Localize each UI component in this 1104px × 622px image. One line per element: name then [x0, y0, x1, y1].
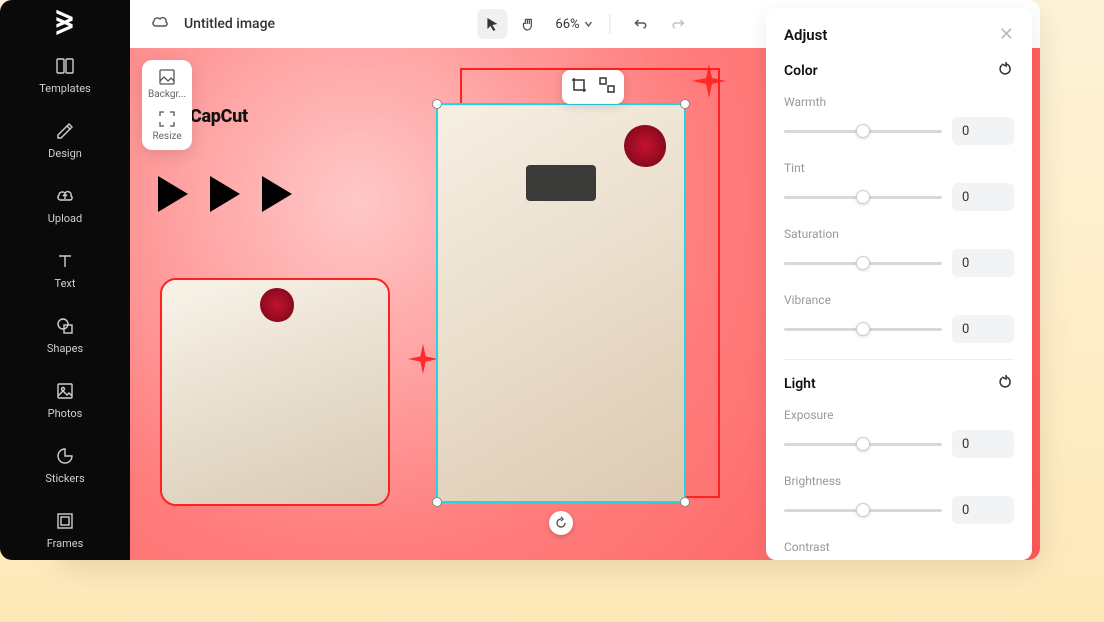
zoom-value: 66%	[555, 17, 579, 32]
control-warmth: Warmth 0	[784, 95, 1014, 145]
section-color-title: Color	[784, 63, 818, 79]
resize-handle-br[interactable]	[680, 497, 690, 507]
control-label: Contrast	[784, 540, 1014, 554]
triangle-icon	[262, 176, 292, 212]
control-vibrance: Vibrance 0	[784, 293, 1014, 343]
control-brightness: Brightness 0	[784, 474, 1014, 524]
reset-light-icon[interactable]	[998, 374, 1014, 394]
slider-thumb[interactable]	[856, 190, 870, 204]
float-label: Resize	[152, 131, 181, 142]
section-light-title: Light	[784, 376, 816, 392]
floating-toolbox: Backgr... Resize	[142, 60, 192, 150]
slider-saturation[interactable]	[784, 262, 942, 265]
value-brightness[interactable]: 0	[952, 496, 1014, 524]
slider-thumb[interactable]	[856, 322, 870, 336]
app-logo[interactable]	[47, 8, 83, 36]
document-title[interactable]: Untitled image	[184, 16, 275, 32]
rail-text[interactable]: Text	[0, 251, 130, 290]
rail-photos[interactable]: Photos	[0, 381, 130, 420]
value-tint[interactable]: 0	[952, 183, 1014, 211]
rail-shapes[interactable]: Shapes	[0, 316, 130, 355]
rail-label: Design	[48, 147, 82, 160]
resize-handle-bl[interactable]	[432, 497, 442, 507]
selected-image[interactable]	[436, 103, 686, 503]
slider-tint[interactable]	[784, 196, 942, 199]
adjust-panel: Adjust ✕ Color Warmth 0 Tint 0	[766, 8, 1032, 560]
close-icon[interactable]: ✕	[999, 24, 1014, 45]
rotate-handle[interactable]	[549, 511, 573, 535]
resize-handle-tr[interactable]	[680, 99, 690, 109]
panel-title: Adjust	[784, 26, 827, 44]
triangle-icon	[210, 176, 240, 212]
play-triangles	[158, 176, 292, 212]
resize-handle-tl[interactable]	[432, 99, 442, 109]
rail-frames[interactable]: Frames	[0, 511, 130, 550]
slider-thumb[interactable]	[856, 503, 870, 517]
slider-exposure[interactable]	[784, 443, 942, 446]
redo-button[interactable]	[663, 9, 693, 39]
crop-icon[interactable]	[570, 76, 588, 98]
value-exposure[interactable]: 0	[952, 430, 1014, 458]
value-vibrance[interactable]: 0	[952, 315, 1014, 343]
control-tint: Tint 0	[784, 161, 1014, 211]
control-saturation: Saturation 0	[784, 227, 1014, 277]
rail-label: Photos	[48, 407, 83, 420]
slider-vibrance[interactable]	[784, 328, 942, 331]
top-center-tools: 66%	[477, 9, 692, 39]
control-label: Tint	[784, 161, 1014, 175]
undo-button[interactable]	[627, 9, 657, 39]
slider-thumb[interactable]	[856, 437, 870, 451]
rail-upload[interactable]: Upload	[0, 186, 130, 225]
ungroup-icon[interactable]	[598, 76, 616, 98]
triangle-icon	[158, 176, 188, 212]
value-warmth[interactable]: 0	[952, 117, 1014, 145]
control-exposure: Exposure 0	[784, 408, 1014, 458]
divider	[784, 359, 1014, 360]
cloud-sync-icon[interactable]	[150, 12, 170, 36]
selection-action-bar	[562, 70, 624, 104]
left-rail: Templates Design Upload Text Shapes Phot…	[0, 0, 130, 560]
zoom-control[interactable]: 66%	[555, 17, 593, 32]
rail-label: Frames	[47, 537, 84, 550]
brand-watermark: CapCut	[190, 106, 248, 127]
sparkle-icon	[408, 344, 438, 374]
divider	[610, 14, 611, 34]
control-label: Saturation	[784, 227, 1014, 241]
hand-tool[interactable]	[513, 9, 543, 39]
slider-warmth[interactable]	[784, 130, 942, 133]
rail-label: Text	[55, 277, 76, 290]
slider-thumb[interactable]	[856, 124, 870, 138]
rail-design[interactable]: Design	[0, 121, 130, 160]
background-tool[interactable]: Backgr...	[148, 68, 186, 100]
rail-label: Shapes	[47, 342, 83, 355]
rail-templates[interactable]: Templates	[0, 56, 130, 95]
rail-label: Upload	[48, 212, 82, 225]
rail-label: Stickers	[45, 472, 84, 485]
chevron-down-icon	[584, 19, 594, 29]
control-contrast: Contrast	[784, 540, 1014, 554]
rail-label: Templates	[39, 82, 90, 95]
float-label: Backgr...	[148, 89, 186, 100]
control-label: Brightness	[784, 474, 1014, 488]
reset-color-icon[interactable]	[998, 61, 1014, 81]
app-window: Untitled image 66%	[60, 0, 1040, 560]
image-1[interactable]	[160, 278, 390, 506]
slider-thumb[interactable]	[856, 256, 870, 270]
cursor-tool[interactable]	[477, 9, 507, 39]
control-label: Vibrance	[784, 293, 1014, 307]
resize-tool[interactable]: Resize	[148, 110, 186, 142]
rail-stickers[interactable]: Stickers	[0, 446, 130, 485]
slider-brightness[interactable]	[784, 509, 942, 512]
control-label: Warmth	[784, 95, 1014, 109]
control-label: Exposure	[784, 408, 1014, 422]
value-saturation[interactable]: 0	[952, 249, 1014, 277]
